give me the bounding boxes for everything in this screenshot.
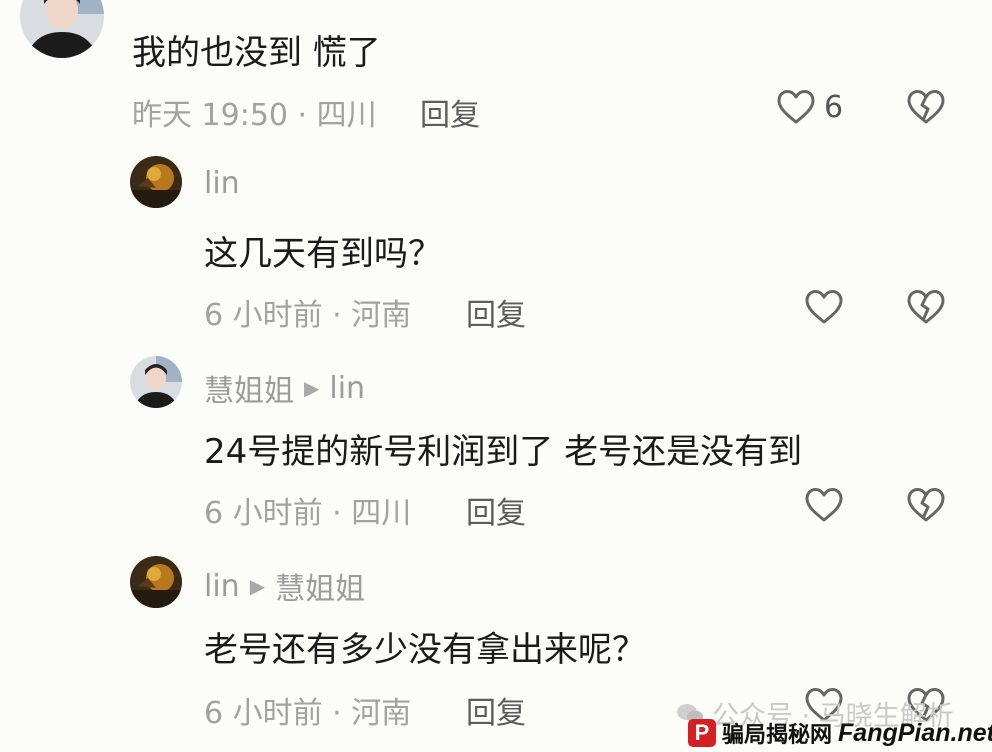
avatar-user-woman[interactable]: [20, 0, 104, 58]
reply-arrow-icon: ▶: [304, 376, 320, 400]
dislike-broken-heart-icon[interactable]: [906, 486, 946, 526]
reply-to-username[interactable]: 慧姐姐: [275, 564, 365, 608]
comment-text: 我的也没到 慌了: [132, 33, 381, 73]
avatar-user-huijiejie[interactable]: [130, 356, 182, 408]
reply-button[interactable]: 回复: [466, 688, 526, 732]
reply-button[interactable]: 回复: [466, 290, 526, 334]
heart-icon[interactable]: [804, 288, 844, 328]
dislike-broken-heart-icon[interactable]: [906, 288, 946, 328]
site-name-en: FangPian.net: [838, 718, 992, 747]
reply-to-username[interactable]: lin: [329, 371, 365, 406]
reply-button[interactable]: 回复: [466, 488, 526, 532]
comment-meta: 6 小时前 · 河南: [204, 696, 412, 731]
heart-icon[interactable]: [776, 88, 816, 128]
reply-button[interactable]: 回复: [420, 90, 480, 134]
comment-meta: 昨天 19:50 · 四川: [132, 98, 377, 133]
username[interactable]: lin: [204, 166, 240, 201]
comment-text: 24号提的新号利润到了 老号还是没有到: [204, 432, 803, 472]
comment-meta: 6 小时前 · 河南: [204, 298, 412, 333]
username[interactable]: lin ▶ 慧姐姐: [204, 564, 365, 608]
site-logo-badge: P: [688, 719, 716, 747]
reply-arrow-icon: ▶: [249, 574, 266, 598]
avatar-user-lin[interactable]: [130, 156, 182, 208]
site-watermark: P 骗局揭秘网 FangPian.net: [688, 716, 992, 750]
username[interactable]: 慧姐姐 ▶ lin: [204, 366, 365, 410]
comment-text: 这几天有到吗？: [204, 234, 442, 274]
like-count: 6: [824, 90, 844, 125]
comment-meta: 6 小时前 · 四川: [204, 496, 412, 531]
comment-text: 老号还有多少没有拿出来呢？: [204, 630, 646, 670]
heart-icon[interactable]: [804, 486, 844, 526]
dislike-broken-heart-icon[interactable]: [906, 88, 946, 128]
avatar-user-lin[interactable]: [130, 556, 182, 608]
site-name-cn: 骗局揭秘网: [722, 723, 833, 748]
